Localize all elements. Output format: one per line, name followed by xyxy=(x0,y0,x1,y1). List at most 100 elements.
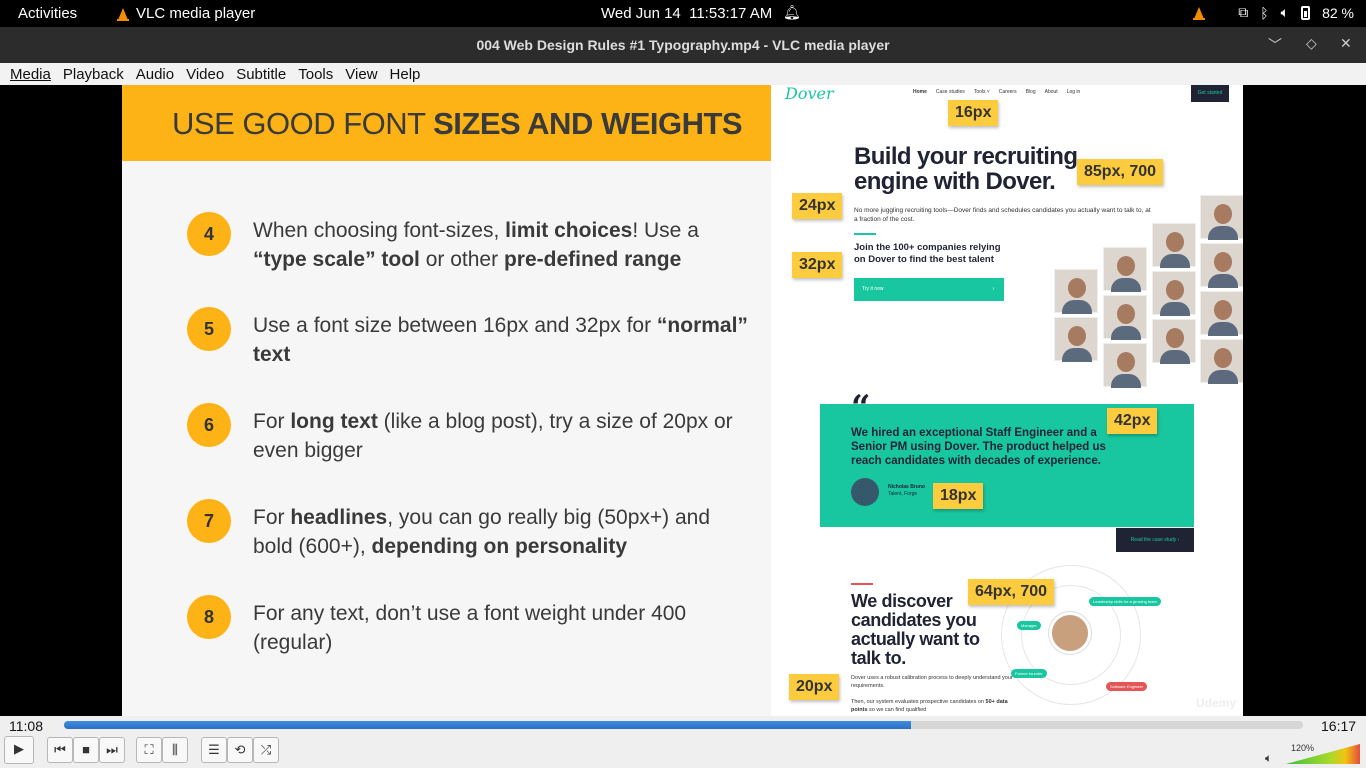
rule-text: For long text (like a blog post), try a … xyxy=(253,407,753,465)
activities-button[interactable]: Activities xyxy=(18,5,77,22)
menu-video[interactable]: Video xyxy=(180,66,230,83)
teal-divider xyxy=(854,233,876,235)
shuffle-icon[interactable]: ⤮ xyxy=(253,737,279,763)
menu-playback[interactable]: Playback xyxy=(57,66,130,83)
fullscreen-icon[interactable]: ⛶ xyxy=(136,737,162,763)
close-icon[interactable]: ✕ xyxy=(1340,35,1352,52)
annotation-tag: 20px xyxy=(789,674,840,700)
testimonial-author: Nicholas Bruno Talent, Forge xyxy=(888,484,925,498)
rule-text-part: When choosing font-sizes, xyxy=(253,219,506,242)
candidate-photo xyxy=(1152,319,1196,364)
minimize-icon[interactable]: ﹀ xyxy=(1268,35,1282,55)
system-top-bar: Activities VLC media player Wed Jun 14 1… xyxy=(0,0,1366,27)
try-it-now-button: Try it now › xyxy=(854,278,1004,301)
windows-switch-icon[interactable]: ⧉ xyxy=(1238,4,1248,21)
nav-blog: Blog xyxy=(1025,89,1036,95)
slide-banner: USE GOOD FONT SIZES AND WEIGHTS xyxy=(122,85,771,161)
video-area[interactable]: USE GOOD FONT SIZES AND WEIGHTS 4 When ch… xyxy=(0,85,1366,716)
app-name: VLC media player xyxy=(136,5,256,22)
slide-title-bold: SIZES AND WEIGHTS xyxy=(433,106,743,141)
menu-tools[interactable]: Tools xyxy=(292,66,339,83)
rule-text-part: ! Use a xyxy=(632,219,699,242)
candidate-photo xyxy=(1103,295,1147,340)
candidate-photo xyxy=(1152,223,1196,268)
extended-settings-icon[interactable]: ⫼ xyxy=(162,737,188,763)
annotation-tag: 32px xyxy=(792,252,843,278)
volume-icon[interactable]: 🔈︎ xyxy=(1281,4,1289,21)
menu-help[interactable]: Help xyxy=(384,66,427,83)
discover-sub-2c: so we can find qualified xyxy=(867,707,927,713)
quote-icon: “ xyxy=(851,388,871,428)
app-menu[interactable]: VLC media player xyxy=(117,5,256,22)
nav-tools: Tools ˅ xyxy=(973,89,990,95)
dover-nav: Home Case studies Tools ˅ Careers Blog A… xyxy=(913,89,1080,95)
rule-number-badge: 6 xyxy=(187,403,231,447)
playlist-icon[interactable]: ☰ xyxy=(201,737,227,763)
maximize-icon[interactable]: ◇ xyxy=(1306,35,1317,52)
dover-headline: Build your recruiting engine with Dover. xyxy=(854,143,1078,195)
nav-about: About xyxy=(1044,89,1058,95)
menu-subtitle[interactable]: Subtitle xyxy=(230,66,292,83)
arrow-right-icon: › xyxy=(992,286,994,292)
bluetooth-icon[interactable]: ᛒ xyxy=(1260,5,1268,21)
rule-text-part: For xyxy=(253,410,291,433)
discover-subtext: Dover uses a robust calibration process … xyxy=(851,674,1021,714)
stop-icon[interactable]: ■ xyxy=(73,737,99,763)
discover-sub-1: Dover uses a robust calibration process … xyxy=(851,675,1013,689)
try-label: Try it now xyxy=(862,286,884,292)
skill-pill: Leadership skills for a growing team xyxy=(1089,597,1161,606)
annotation-tag: 24px xyxy=(792,193,843,219)
battery-icon[interactable] xyxy=(1301,5,1311,20)
vlc-tray-icon[interactable] xyxy=(1193,6,1206,20)
rule-text: When choosing font-sizes, limit choices!… xyxy=(253,216,753,274)
candidate-photo xyxy=(1200,291,1243,336)
rule-text-bold: depending on personality xyxy=(371,535,628,558)
elapsed-time[interactable]: 11:08 xyxy=(9,718,43,734)
clock[interactable]: Wed Jun 14 11:53:17 AM xyxy=(601,5,772,22)
menu-bar: Media Playback Audio Video Subtitle Tool… xyxy=(0,63,1366,85)
notification-bell-icon[interactable]: 🔔︎ xyxy=(783,4,801,21)
center-candidate-photo xyxy=(1049,612,1091,654)
rule-text-bold: headlines xyxy=(290,506,388,529)
avatar xyxy=(851,478,879,506)
player-controls: 11:08 16:17 ▶ ⏮ ■ ⏭ ⛶ ⫼ ☰ ⟲ ⤮ 🔈︎ 120% xyxy=(0,716,1366,768)
previous-icon[interactable]: ⏮ xyxy=(47,737,73,763)
menu-media[interactable]: Media xyxy=(4,66,57,83)
candidate-photo xyxy=(1103,343,1147,388)
rule-number-badge: 8 xyxy=(187,595,231,639)
window-title: 004 Web Design Rules #1 Typography.mp4 -… xyxy=(476,37,890,53)
author-name: Nicholas Bruno xyxy=(888,484,925,490)
dover-join-text: Join the 100+ companies relying on Dover… xyxy=(854,242,1001,265)
seek-bar[interactable] xyxy=(64,721,1303,729)
annotation-tag: 16px xyxy=(948,100,999,126)
slide-title: USE GOOD FONT SIZES AND WEIGHTS xyxy=(172,106,743,142)
rule-text-bold: limit choices xyxy=(505,219,633,242)
rule-text: Use a font size between 16px and 32px fo… xyxy=(253,311,753,369)
rule-text: For headlines, you can go really big (50… xyxy=(253,503,753,561)
rule-text-part: Use a font size between 16px and 32px fo… xyxy=(253,314,657,337)
menu-audio[interactable]: Audio xyxy=(130,66,180,83)
red-divider xyxy=(851,583,873,585)
total-time[interactable]: 16:17 xyxy=(1321,718,1356,734)
rule-number-badge: 7 xyxy=(187,499,231,543)
rule-text-bold: “type scale” tool xyxy=(253,248,420,271)
candidate-photo xyxy=(1200,243,1243,288)
candidate-photo xyxy=(1200,195,1243,240)
annotation-tag: 64px, 700 xyxy=(968,579,1055,605)
nav-case-studies: Case studies xyxy=(935,89,965,95)
dover-subtext: No more juggling recruiting tools—Dover … xyxy=(854,207,1151,223)
candidate-photo xyxy=(1054,269,1098,314)
menu-view[interactable]: View xyxy=(339,66,383,83)
candidate-photo xyxy=(1200,339,1243,384)
discover-sub-2a: Then, our system evaluates prospective c… xyxy=(851,699,986,705)
rule-text: For any text, don’t use a font weight un… xyxy=(253,599,753,657)
nav-careers: Careers xyxy=(998,89,1017,95)
testimonial-text: We hired an exceptional Staff Engineer a… xyxy=(851,427,1106,467)
window-title-bar[interactable]: 004 Web Design Rules #1 Typography.mp4 -… xyxy=(0,27,1366,63)
loop-icon[interactable]: ⟲ xyxy=(227,737,253,763)
system-tray[interactable]: ⧉ ᛒ 🔈︎ 82 % xyxy=(1193,4,1354,21)
rule-text-bold: long text xyxy=(290,410,378,433)
speaker-icon[interactable]: 🔈︎ xyxy=(1265,751,1272,766)
play-icon[interactable]: ▶ xyxy=(4,736,34,764)
next-icon[interactable]: ⏭ xyxy=(99,737,125,763)
